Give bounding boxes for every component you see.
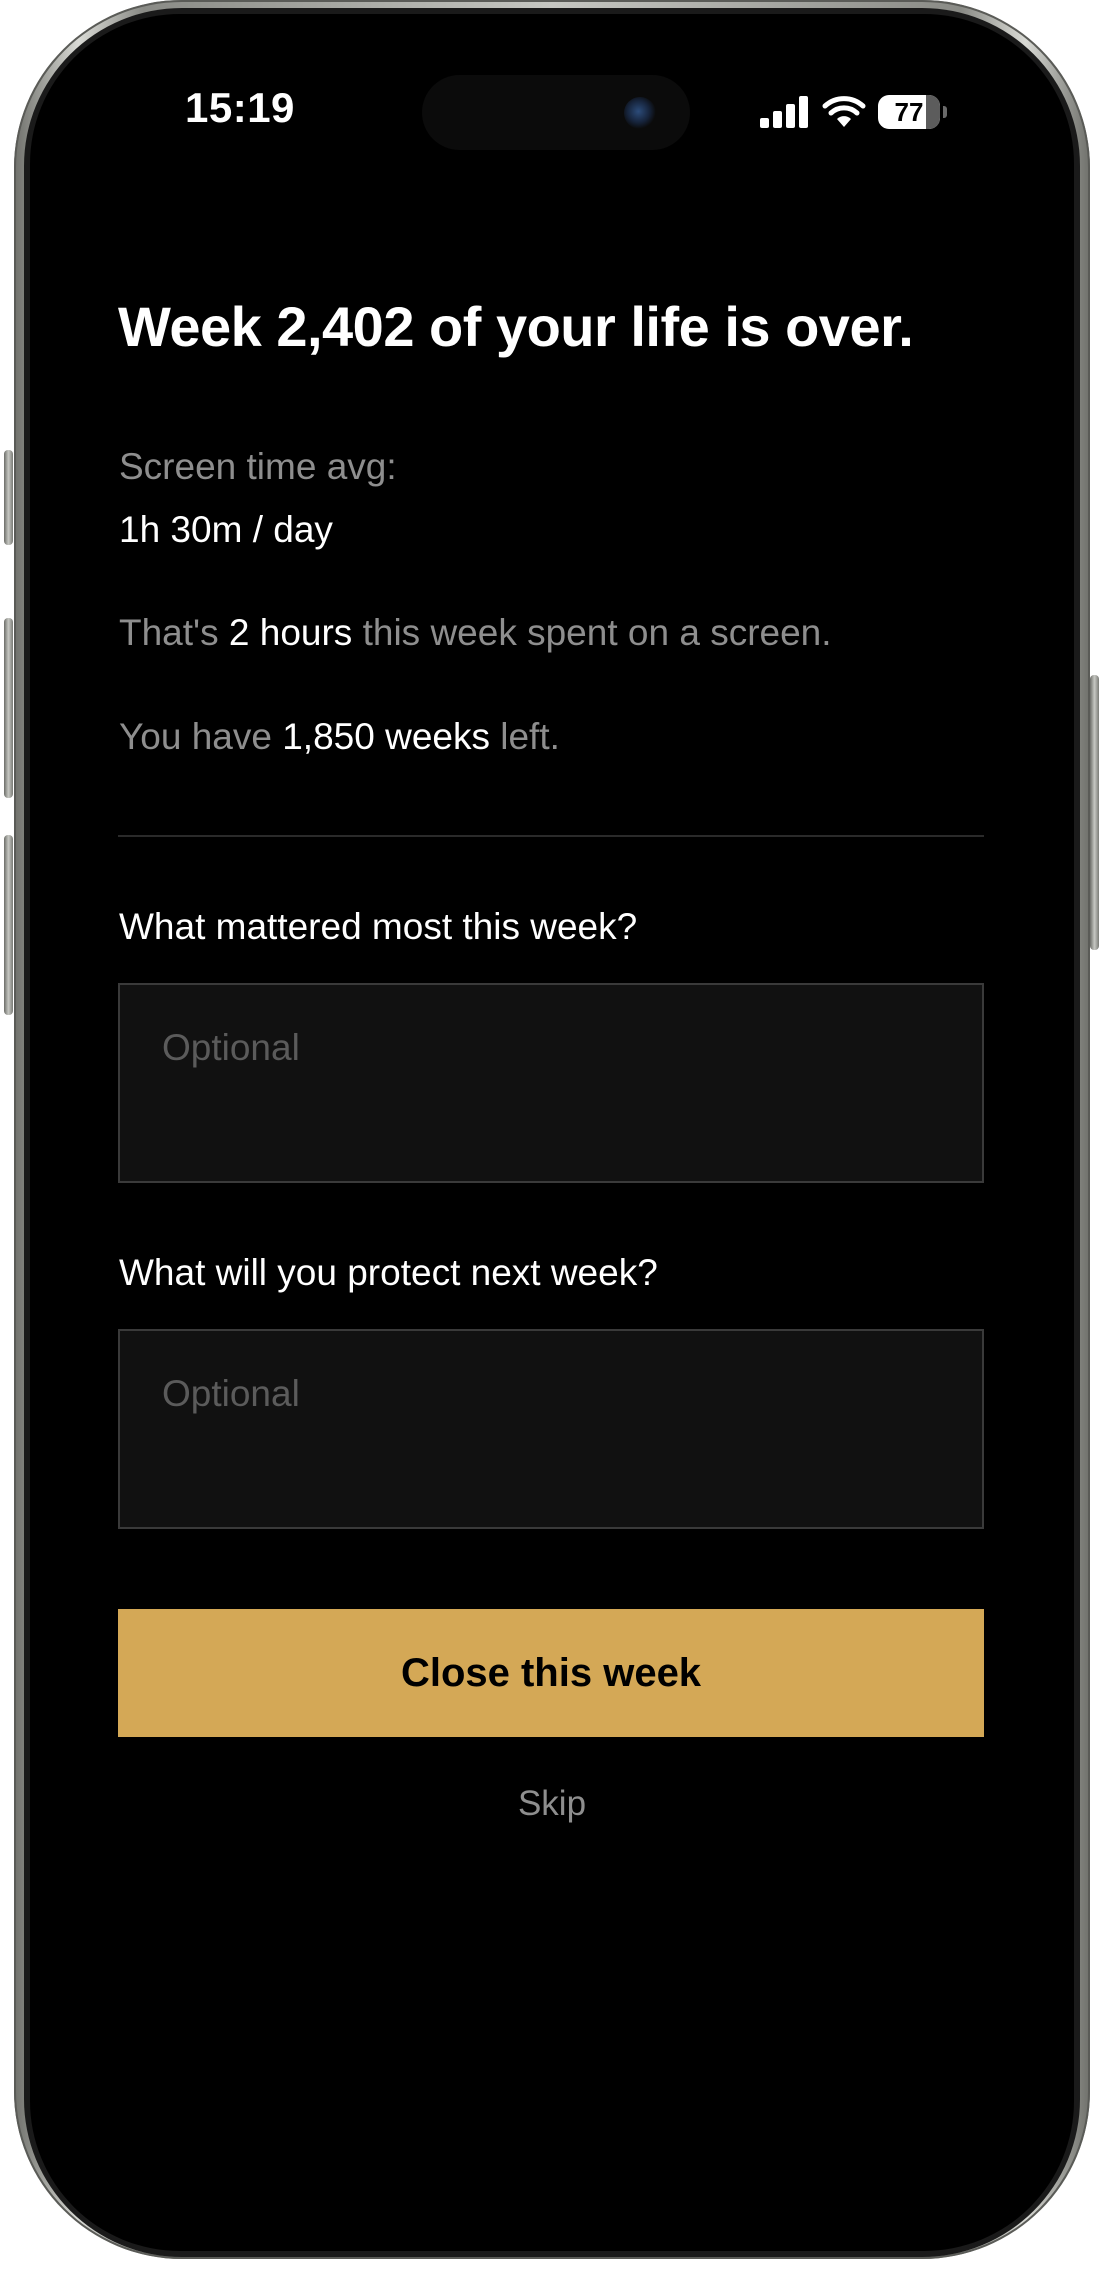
volume-up-button [4, 618, 13, 798]
screen-time-value: 1h 30m / day [119, 509, 333, 550]
status-indicators: 77 [760, 94, 947, 130]
mattered-most-input[interactable] [118, 983, 984, 1183]
cellular-signal-icon [760, 96, 808, 128]
skip-button[interactable]: Skip [30, 1784, 1074, 1824]
battery-icon: 77 [878, 95, 940, 129]
protect-next-week-input[interactable] [118, 1329, 984, 1529]
weekly-screen-hours: 2 hours [228, 612, 353, 653]
weekly-screen-suffix: this week spent on a screen. [352, 612, 832, 653]
question-protect-next-week: What will you protect next week? [119, 1252, 658, 1293]
battery-empty-portion [925, 95, 940, 129]
question-mattered-most: What mattered most this week? [119, 906, 638, 947]
status-time: 15:19 [185, 84, 295, 131]
weeks-left-prefix: You have [119, 716, 283, 757]
weekly-screen-prefix: That's [119, 612, 229, 653]
battery-tip [943, 106, 947, 118]
close-week-button[interactable]: Close this week [118, 1609, 984, 1737]
volume-down-button [4, 835, 13, 1015]
front-camera-icon [624, 97, 656, 129]
weekly-screen-summary: That's 2 hours this week spent on a scre… [119, 612, 832, 654]
phone-screen: 15:19 77 Week 2,402 of your life is over… [30, 14, 1074, 2251]
power-button [1090, 675, 1099, 950]
section-divider [118, 835, 984, 837]
action-button [4, 450, 13, 545]
weeks-left-summary: You have 1,850 weeks left. [119, 716, 560, 758]
weeks-left-suffix: left. [489, 716, 560, 757]
page-title: Week 2,402 of your life is over. [118, 295, 914, 358]
weeks-left-count: 1,850 weeks [282, 716, 490, 757]
battery-percent: 77 [894, 96, 924, 127]
wifi-icon [822, 96, 866, 127]
dynamic-island [422, 75, 690, 150]
screen-time-label: Screen time avg: [119, 446, 397, 487]
